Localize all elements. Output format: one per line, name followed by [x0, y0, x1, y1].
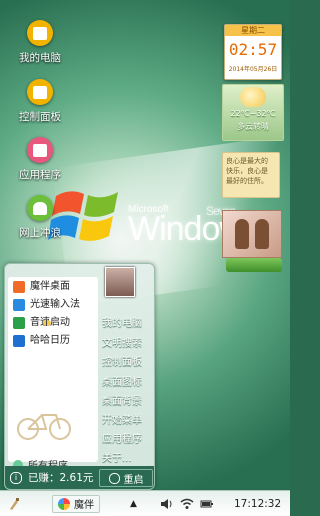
desktop-icon-control-panel[interactable]: 控制面板	[0, 79, 80, 124]
clock-weekday: 星期二	[225, 25, 281, 36]
weather-condition: 多云转晴	[237, 122, 269, 131]
launcher-icon	[13, 317, 25, 329]
menu-item-moban-desktop[interactable]: 魔伴桌面	[13, 279, 70, 295]
chevron-up-icon[interactable]: ▲	[130, 491, 137, 516]
desktop-icon-label: 我的电脑	[19, 52, 61, 64]
link-control-panel[interactable]: 控制面板	[102, 353, 142, 368]
clock-time: 02:57	[228, 40, 278, 59]
power-icon	[108, 472, 120, 484]
wifi-icon[interactable]	[180, 491, 194, 516]
clock-widget[interactable]: 星期二 02:57 2014年05月26日	[224, 24, 282, 80]
volume-icon[interactable]	[160, 491, 174, 516]
start-menu: 魔伴桌面 光速输入法 音速启动 哈哈日历 所有程序 我的电脑 文明搜索 控制面板…	[4, 263, 155, 490]
moban-logo-icon	[58, 497, 70, 510]
input-method-icon	[13, 299, 25, 311]
link-search[interactable]: 文明搜索	[102, 334, 142, 349]
desktop-icon-label: 应用程序	[19, 169, 61, 181]
weather-widget[interactable]: 22℃~32℃ 多云转晴	[222, 84, 284, 141]
calendar-icon	[13, 335, 25, 347]
link-desktop-icons[interactable]: 桌面图标	[102, 373, 142, 388]
link-wallpaper[interactable]: 桌面背景	[102, 392, 142, 407]
menu-item-calendar[interactable]: 哈哈日历	[13, 333, 70, 349]
note-text: 良心是最大的 快乐，良心是 最好的住所。	[226, 157, 268, 185]
clock-date: 2014年05月26日	[228, 66, 278, 73]
start-menu-left-panel: 魔伴桌面 光速输入法 音速启动 哈哈日历 所有程序	[8, 277, 98, 472]
menu-item-label: 魔伴桌面	[30, 281, 70, 292]
bicycle-illustration	[17, 414, 71, 440]
computer-icon	[27, 20, 53, 46]
restart-button[interactable]: 重启	[99, 469, 153, 487]
bee-icon	[43, 320, 51, 326]
note-widget[interactable]: 良心是最大的 快乐，良心是 最好的住所。	[222, 152, 280, 198]
link-my-computer[interactable]: 我的电脑	[102, 314, 142, 329]
grass-decoration	[226, 258, 282, 272]
moban-icon	[13, 281, 25, 293]
taskbar-app-label: 魔伴	[74, 500, 94, 511]
android-icon	[27, 195, 53, 221]
start-menu-footer: i 已赚：2.61元 重启	[5, 466, 154, 489]
desktop-icon-my-computer[interactable]: 我的电脑	[0, 20, 80, 65]
taskbar-clock[interactable]: 17:12:32	[234, 491, 281, 516]
menu-item-input-method[interactable]: 光速输入法	[13, 297, 80, 313]
menu-item-label: 哈哈日历	[30, 335, 70, 346]
battery-icon[interactable]	[200, 491, 214, 516]
sun-cloud-icon	[240, 87, 266, 107]
weather-temp: 22℃~32℃	[230, 109, 276, 118]
apps-icon	[27, 137, 53, 163]
info-icon: i	[10, 471, 22, 484]
restart-label: 重启	[123, 474, 144, 486]
photo-person	[235, 219, 249, 249]
taskbar: 魔伴 ▲ 17:12:32	[0, 490, 290, 516]
start-menu-right-panel: 我的电脑 文明搜索 控制面板 桌面图标 桌面背景 开始菜单 应用程序 关于...	[99, 264, 154, 464]
link-applications[interactable]: 应用程序	[102, 430, 142, 445]
menu-item-label: 光速输入法	[30, 299, 80, 310]
desktop-icon-browser[interactable]: 网上冲浪	[0, 195, 80, 240]
link-start-menu[interactable]: 开始菜单	[102, 411, 142, 426]
brush-icon[interactable]	[8, 491, 20, 516]
earnings-display: i 已赚：2.61元	[10, 470, 93, 485]
photo-widget[interactable]	[222, 210, 282, 258]
desktop-icon-label: 控制面板	[19, 111, 61, 123]
desktop-icon-applications[interactable]: 应用程序	[0, 137, 80, 182]
desktop-icon-label: 网上冲浪	[19, 227, 61, 239]
earnings-text: 已赚：2.61元	[28, 472, 94, 484]
taskbar-app-button[interactable]: 魔伴	[52, 491, 100, 516]
photo-person	[255, 219, 269, 249]
microsoft-label: Microsoft	[128, 204, 169, 215]
link-about[interactable]: 关于...	[102, 449, 132, 464]
control-panel-icon	[27, 79, 53, 105]
